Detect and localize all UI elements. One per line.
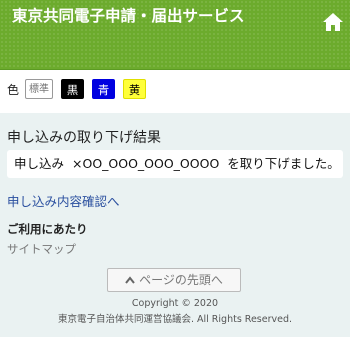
color-toolbar: 色 標準 黒 青 黄 <box>0 78 350 100</box>
application-number: ×OO_OOO_OOO_OOOO <box>72 156 220 171</box>
copyright-line-2: 東京電子自治体共同運営協議会. All Rights Reserved. <box>57 314 293 325</box>
confirm-application-link[interactable]: 申し込み内容確認へ <box>7 191 120 210</box>
color-standard-button[interactable]: 標準 <box>25 79 54 99</box>
message-prefix: 申し込み <box>14 156 65 171</box>
chevron-up-icon <box>125 271 135 293</box>
color-black-button[interactable]: 黒 <box>61 79 85 99</box>
message-suffix: を取り下げました。 <box>227 156 340 171</box>
result-title: 申し込みの取り下げ結果 <box>7 130 161 146</box>
home-button[interactable] <box>322 12 344 32</box>
copyright-line-1: Copyright © 2020 <box>131 298 219 309</box>
page-top-button[interactable]: ページの先頭へ <box>107 268 241 292</box>
color-blue-button[interactable]: 青 <box>92 79 116 99</box>
site-title: 東京共同電子申請・届出サービス <box>12 7 245 25</box>
page-top-label: ページの先頭へ <box>139 273 223 287</box>
color-label: 色 <box>7 82 20 97</box>
usage-heading: ご利用にあたり <box>7 222 88 236</box>
result-message: 申し込み ×OO_OOO_OOO_OOOO を取り下げました。 <box>7 150 343 178</box>
main-content: 申し込みの取り下げ結果 申し込み ×OO_OOO_OOO_OOOO を取り下げま… <box>0 113 350 337</box>
home-icon <box>323 13 343 31</box>
site-header: 東京共同電子申請・届出サービス <box>0 0 350 70</box>
sitemap-link[interactable]: サイトマップ <box>7 241 76 257</box>
color-yellow-button[interactable]: 黄 <box>123 79 147 99</box>
